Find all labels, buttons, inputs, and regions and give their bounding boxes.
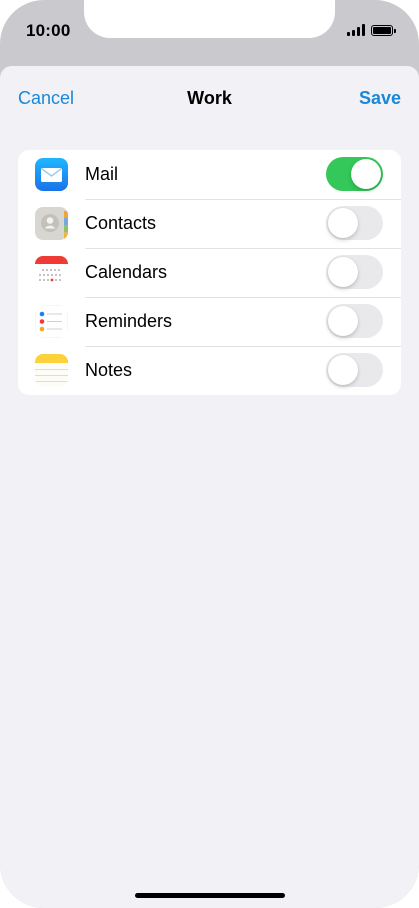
notes-toggle[interactable] [326,353,383,387]
list-item-calendars: Calendars [18,248,401,297]
status-time: 10:00 [26,21,71,40]
row-label: Reminders [85,311,173,331]
reminders-app-icon [35,305,68,338]
mail-toggle[interactable] [326,157,383,191]
list-item-contacts: Contacts [18,199,401,248]
list-item-mail: Mail [18,150,401,199]
sync-services-list: Mail Contacts Calendars Reminders Notes [18,150,401,395]
notch [84,0,335,38]
calendar-app-icon [35,256,68,289]
account-sheet: Cancel Work Save Mail Contacts Calendars… [0,66,419,908]
list-item-reminders: Reminders [18,297,401,346]
calendars-toggle[interactable] [326,255,383,289]
row-label: Notes [85,360,133,380]
row-label: Calendars [85,262,168,282]
mail-app-icon [35,158,68,191]
save-button[interactable]: Save [359,88,401,109]
notes-app-icon [35,354,68,387]
list-item-notes: Notes [18,346,401,395]
navigation-bar: Cancel Work Save [0,66,419,130]
contacts-toggle[interactable] [326,206,383,240]
home-indicator[interactable] [135,893,285,898]
row-label: Mail [85,164,119,184]
page-title: Work [187,88,232,108]
battery-icon [371,24,396,36]
status-icons [347,24,396,36]
phone-screen: 10:00 Cancel Work Save Mail Contacts Cal… [0,0,419,908]
contacts-app-icon [35,207,68,240]
cellular-signal-icon [347,24,365,36]
row-label: Contacts [85,213,157,233]
reminders-toggle[interactable] [326,304,383,338]
